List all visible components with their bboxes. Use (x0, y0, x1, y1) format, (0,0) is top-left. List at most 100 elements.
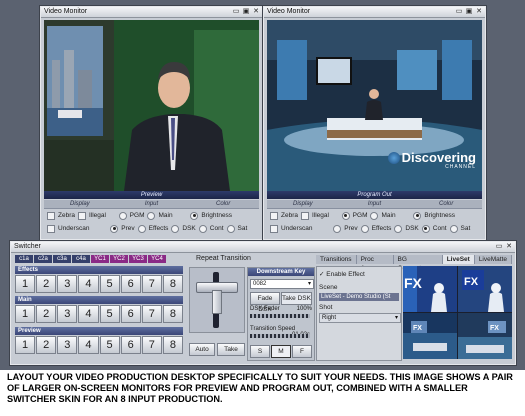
preview-button-3[interactable]: 3 (57, 336, 78, 354)
maximize-icon[interactable]: ▣ (465, 8, 473, 16)
pgm-radio[interactable] (118, 211, 127, 220)
source-tab-yc2[interactable]: YC2 (110, 255, 128, 263)
minimize-icon[interactable]: ▭ (455, 8, 463, 16)
source-tab-c1a[interactable]: c1a (15, 255, 33, 263)
effects-radio[interactable] (137, 224, 146, 233)
preview-titlebar[interactable]: Video Monitor ▭ ▣ ✕ (41, 7, 262, 18)
enable-effect-row[interactable]: ✓ Enable Effect (319, 270, 365, 278)
dsk-select-value: 0082 (253, 281, 267, 287)
auto-button[interactable]: Auto (189, 343, 215, 356)
zebra-label: Zebra (58, 212, 75, 219)
tab-proc-amp[interactable]: Proc Amp (356, 255, 394, 272)
dsk-label: DSK (405, 225, 419, 232)
enable-effect-label: Enable Effect (326, 271, 365, 278)
effects-button-1[interactable]: 1 (15, 275, 36, 293)
prev-radio[interactable] (333, 224, 342, 233)
preview-button-6[interactable]: 6 (120, 336, 141, 354)
fade-dsk-button[interactable]: Fade DSK (250, 292, 280, 313)
main-radio[interactable] (370, 211, 379, 220)
dsk-radio[interactable] (394, 224, 403, 233)
dsk-fader-slider[interactable] (250, 314, 310, 318)
effects-button-4[interactable]: 4 (78, 275, 99, 293)
effects-button-3[interactable]: 3 (57, 275, 78, 293)
liveset-thumbnail-4[interactable]: FX (458, 313, 512, 359)
prev-radio[interactable] (110, 224, 119, 233)
source-tab-c3a[interactable]: c3a (53, 255, 71, 263)
preview-button-8[interactable]: 8 (162, 336, 183, 354)
preview-button-7[interactable]: 7 (141, 336, 162, 354)
tbar-stem[interactable] (212, 290, 222, 314)
main-button-7[interactable]: 7 (141, 305, 162, 323)
zebra-checkbox[interactable] (47, 211, 55, 220)
source-tab-yc4[interactable]: YC4 (148, 255, 166, 263)
program-titlebar[interactable]: Video Monitor ▭ ▣ ✕ (264, 7, 485, 18)
transition-speed-slider[interactable] (250, 334, 310, 338)
preview-button-5[interactable]: 5 (99, 336, 120, 354)
cont-radio[interactable] (198, 224, 207, 233)
repeat-transition-label[interactable]: Repeat Transition (196, 255, 251, 262)
preview-button-1[interactable]: 1 (15, 336, 36, 354)
main-radio[interactable] (147, 211, 156, 220)
source-tab-yc1[interactable]: YC1 (91, 255, 109, 263)
close-icon[interactable]: ✕ (475, 8, 483, 16)
close-icon[interactable]: ✕ (252, 8, 260, 16)
close-icon[interactable]: ✕ (505, 243, 513, 251)
effects-button-6[interactable]: 6 (120, 275, 141, 293)
effects-button-7[interactable]: 7 (141, 275, 162, 293)
main-label: Main (381, 212, 396, 219)
source-tab-yc3[interactable]: YC3 (129, 255, 147, 263)
illegal-checkbox[interactable] (300, 211, 309, 220)
main-button-6[interactable]: 6 (120, 305, 141, 323)
preview-controls: Display Input Color Zebra Illegal PGM Ma… (44, 200, 259, 236)
pgm-radio[interactable] (341, 211, 350, 220)
liveset-thumbnail-2[interactable]: FX (458, 266, 512, 312)
shot-select[interactable]: Right ▾ (319, 313, 401, 323)
maximize-icon[interactable]: ▣ (242, 8, 250, 16)
brightness-radio[interactable] (413, 211, 422, 220)
cont-radio[interactable] (421, 224, 430, 233)
source-tab-c4a[interactable]: c4a (72, 255, 90, 263)
speed-medium-button[interactable]: M (271, 345, 291, 358)
main-button-3[interactable]: 3 (57, 305, 78, 323)
main-button-5[interactable]: 5 (99, 305, 120, 323)
liveset-thumbnail-1[interactable]: FX (403, 266, 457, 312)
illegal-checkbox[interactable] (77, 211, 86, 220)
source-tab-c2a[interactable]: c2a (34, 255, 52, 263)
preview-button-2[interactable]: 2 (36, 336, 57, 354)
minimize-icon[interactable]: ▭ (495, 243, 503, 251)
main-button-1[interactable]: 1 (15, 305, 36, 323)
underscan-checkbox[interactable] (47, 224, 55, 233)
prev-label: Prev (344, 225, 358, 232)
dsk-select[interactable]: 0082 ▾ (250, 279, 314, 289)
minimize-icon[interactable]: ▭ (232, 8, 240, 16)
effects-button-2[interactable]: 2 (36, 275, 57, 293)
speed-fast-button[interactable]: F (292, 345, 312, 358)
main-button-4[interactable]: 4 (78, 305, 99, 323)
tab-bg-generator[interactable]: BG Generator (393, 255, 443, 272)
take-button[interactable]: Take (217, 343, 245, 356)
color-heading: Color (216, 201, 231, 207)
underscan-checkbox[interactable] (270, 224, 278, 233)
effects-radio[interactable] (360, 224, 369, 233)
tab-livematte[interactable]: LiveMatte (474, 255, 512, 264)
tab-transitions[interactable]: Transitions (316, 255, 357, 264)
switcher-titlebar[interactable]: Switcher ▭ ✕ (11, 242, 515, 253)
tbar[interactable] (189, 267, 245, 333)
brightness-radio[interactable] (190, 211, 199, 220)
dsk-radio[interactable] (171, 224, 180, 233)
main-button-2[interactable]: 2 (36, 305, 57, 323)
preview-button-4[interactable]: 4 (78, 336, 99, 354)
input-heading: Input (144, 201, 159, 207)
tab-liveset[interactable]: LiveSet (442, 255, 475, 264)
main-button-8[interactable]: 8 (162, 305, 183, 323)
zebra-checkbox[interactable] (270, 211, 278, 220)
speed-slow-button[interactable]: S (250, 345, 270, 358)
scene-select[interactable]: LiveSet - Demo Studio (St (319, 293, 399, 301)
liveset-thumbnail-3[interactable]: FX (403, 313, 457, 359)
promo-caption: LAYOUT YOUR VIDEO PRODUCTION DESKTOP SPE… (7, 372, 513, 404)
sat-radio[interactable] (449, 224, 458, 233)
effects-button-8[interactable]: 8 (162, 275, 183, 293)
sat-radio[interactable] (226, 224, 235, 233)
take-dsk-button[interactable]: Take DSK (281, 292, 312, 305)
effects-button-5[interactable]: 5 (99, 275, 120, 293)
